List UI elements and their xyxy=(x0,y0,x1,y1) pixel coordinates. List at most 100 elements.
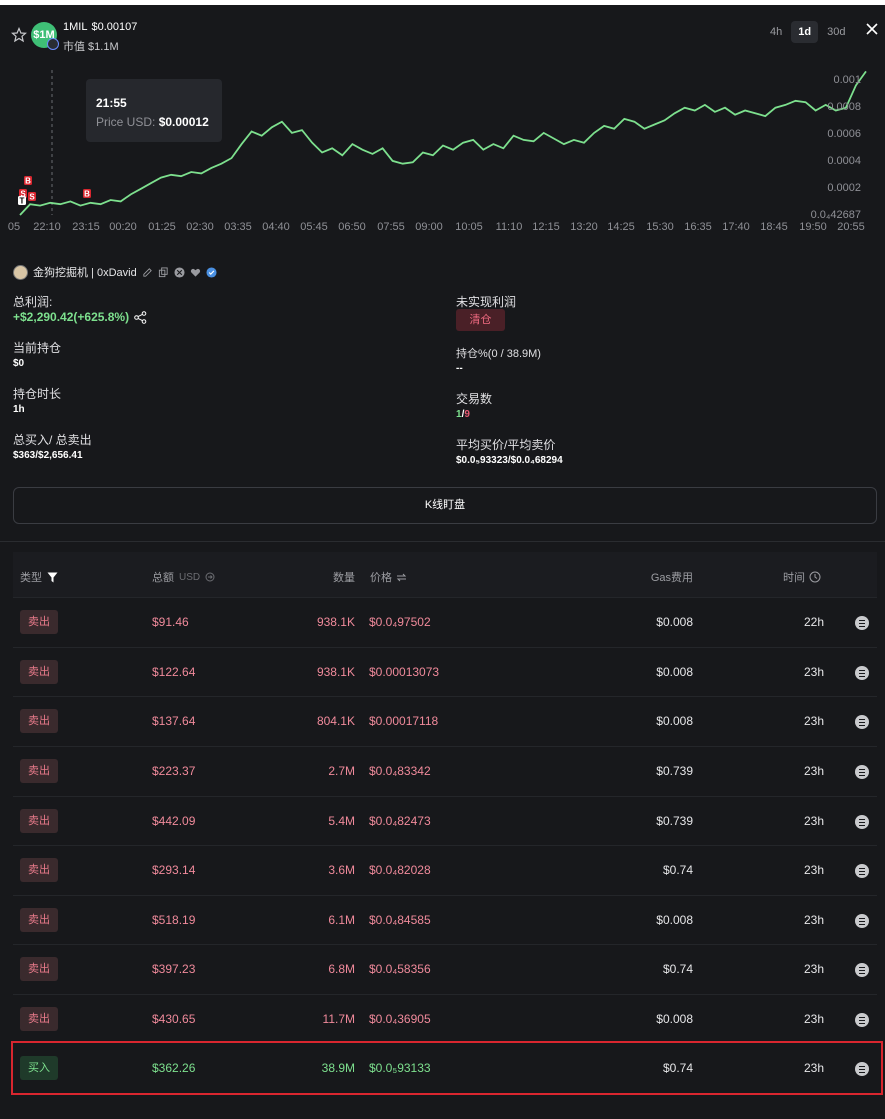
trade-qty: 804.1K xyxy=(316,714,355,728)
avg-price-label: 平均买价/平均卖价 xyxy=(456,438,556,452)
trade-type-badge: 卖出 xyxy=(20,858,58,882)
tx-detail-icon[interactable] xyxy=(855,815,869,829)
tooltip-price-label: Price USD: xyxy=(96,115,156,129)
share-icon[interactable] xyxy=(134,310,147,324)
table-row[interactable]: 卖出 $293.14 3.6M $0.0₄82028 $0.74 23h xyxy=(13,845,877,895)
trade-price: $0.0₄82473 xyxy=(369,814,431,828)
trade-marker-label: T xyxy=(20,197,25,206)
trade-qty: 938.1K xyxy=(316,615,355,629)
header-amount-unit: USD xyxy=(179,571,201,583)
favorite-star-icon[interactable] xyxy=(11,27,27,43)
trade-type-badge: 卖出 xyxy=(20,610,58,634)
tx-detail-icon[interactable] xyxy=(855,765,869,779)
tx-count-label: 交易数 xyxy=(456,392,493,406)
x-tick-label: 20:55 xyxy=(837,221,865,233)
header-type[interactable]: 类型 xyxy=(20,569,58,585)
trade-price: $0.0₄83342 xyxy=(369,764,431,778)
trade-marker-label: B xyxy=(25,177,31,186)
trade-gas: $0.739 xyxy=(656,764,693,778)
token-logo: $1M xyxy=(31,22,59,50)
x-tick-label: 22:10 xyxy=(33,221,61,233)
trade-type-badge: 卖出 xyxy=(20,908,58,932)
x-twitter-icon[interactable] xyxy=(174,266,185,278)
header-price[interactable]: 价格 xyxy=(370,569,407,585)
x-tick-label: 17:40 xyxy=(722,221,750,233)
trade-marker-label: S xyxy=(29,193,35,202)
tx-detail-icon[interactable] xyxy=(855,1013,869,1027)
table-row[interactable]: 卖出 $397.23 6.8M $0.0₄58356 $0.74 23h xyxy=(13,944,877,994)
trade-time: 23h xyxy=(803,714,824,728)
trade-time: 23h xyxy=(803,962,824,976)
trade-time: 23h xyxy=(803,863,824,877)
clock-icon[interactable] xyxy=(809,571,821,583)
close-icon[interactable] xyxy=(865,22,879,36)
trade-time: 23h xyxy=(803,665,824,679)
y-tick-label: 0.0006 xyxy=(827,128,861,140)
total-profit: +$2,290.42(+625.8%) xyxy=(13,310,147,324)
swap-arrows-icon[interactable] xyxy=(396,573,407,582)
trade-amount: $442.09 xyxy=(152,814,196,828)
duration-label: 持仓时长 xyxy=(13,387,62,401)
header-amount[interactable]: 总额 USD xyxy=(152,569,215,585)
tx-sell-count: 9 xyxy=(464,409,470,420)
table-row[interactable]: 卖出 $518.19 6.1M $0.0₄84585 $0.008 23h xyxy=(13,895,877,945)
trade-qty: 6.8M xyxy=(328,962,355,976)
edit-icon[interactable] xyxy=(142,267,153,278)
trade-type-badge: 卖出 xyxy=(20,957,58,981)
tx-detail-icon[interactable] xyxy=(855,715,869,729)
tx-detail-icon[interactable] xyxy=(855,963,869,977)
clear-position-button[interactable]: 清仓 xyxy=(456,309,505,331)
table-row[interactable]: 卖出 $442.09 5.4M $0.0₄82473 $0.739 23h xyxy=(13,796,877,846)
table-row[interactable]: 卖出 $430.65 11.7M $0.0₄36905 $0.008 23h xyxy=(13,994,877,1044)
timeframe-30d[interactable]: 30d xyxy=(820,21,852,43)
y-tick-label: 0.0008 xyxy=(827,101,861,113)
copy-icon[interactable] xyxy=(158,266,169,278)
tx-detail-icon[interactable] xyxy=(855,914,869,928)
trade-qty: 5.4M xyxy=(328,814,355,828)
y-tick-label: 0.0004 xyxy=(827,155,861,167)
buy-sell-total-label: 总买入/ 总卖出 xyxy=(13,433,92,447)
y-tick-label: 0.0002 xyxy=(827,182,861,194)
filter-icon[interactable] xyxy=(47,572,58,583)
trade-price: $0.00013073 xyxy=(369,665,440,679)
tx-detail-icon[interactable] xyxy=(855,864,869,878)
x-tick-label: 13:20 xyxy=(570,221,598,233)
kline-watch-button[interactable]: K线盯盘 xyxy=(13,487,877,524)
top-strip xyxy=(0,0,885,5)
header-time-label: 时间 xyxy=(783,572,805,584)
trade-marker-label: B xyxy=(84,190,90,199)
y-tick-label: 0.0₄42687 xyxy=(811,209,861,221)
timeframe-4h[interactable]: 4h xyxy=(763,21,789,43)
x-tick-label: 10:05 xyxy=(455,221,483,233)
x-tick-label: 11:10 xyxy=(496,221,523,233)
market-cap: 市值 $1.1M xyxy=(63,41,119,53)
trade-time: 23h xyxy=(803,764,824,778)
x-tick-label: 06:50 xyxy=(338,221,366,233)
trade-amount: $122.64 xyxy=(152,665,196,679)
tx-count-value: 1/9 xyxy=(456,409,470,420)
heart-icon[interactable] xyxy=(190,267,201,278)
verified-badge-icon xyxy=(206,266,217,278)
header-time[interactable]: 时间 xyxy=(783,569,821,585)
trade-time: 23h xyxy=(803,814,824,828)
x-tick-label: 00:20 xyxy=(109,221,137,233)
swap-currency-icon[interactable] xyxy=(205,572,215,582)
trade-qty: 3.6M xyxy=(328,863,355,877)
table-row[interactable]: 卖出 $223.37 2.7M $0.0₄83342 $0.739 23h xyxy=(13,746,877,796)
trade-type-badge: 卖出 xyxy=(20,660,58,684)
trade-gas: $0.008 xyxy=(656,714,693,728)
x-tick-label: 09:00 xyxy=(415,221,443,233)
y-tick-label: 0.001 xyxy=(833,74,861,86)
x-tick-label: 12:15 xyxy=(532,221,560,233)
tx-detail-icon[interactable] xyxy=(855,666,869,680)
trader-name[interactable]: 金狗挖掘机 | 0xDavid xyxy=(33,264,137,280)
trade-gas: $0.739 xyxy=(656,814,693,828)
table-row[interactable]: 卖出 $137.64 804.1K $0.00017118 $0.008 23h xyxy=(13,696,877,746)
avatar[interactable] xyxy=(13,264,28,280)
timeframe-1d[interactable]: 1d xyxy=(791,21,819,43)
header-price-label: 价格 xyxy=(370,572,392,584)
tx-detail-icon[interactable] xyxy=(855,616,869,630)
table-row[interactable]: 卖出 $91.46 938.1K $0.0₄97502 $0.008 22h xyxy=(13,597,877,647)
unrealized-label: 未实现利润 xyxy=(456,295,517,309)
table-row[interactable]: 卖出 $122.64 938.1K $0.00013073 $0.008 23h xyxy=(13,647,877,697)
